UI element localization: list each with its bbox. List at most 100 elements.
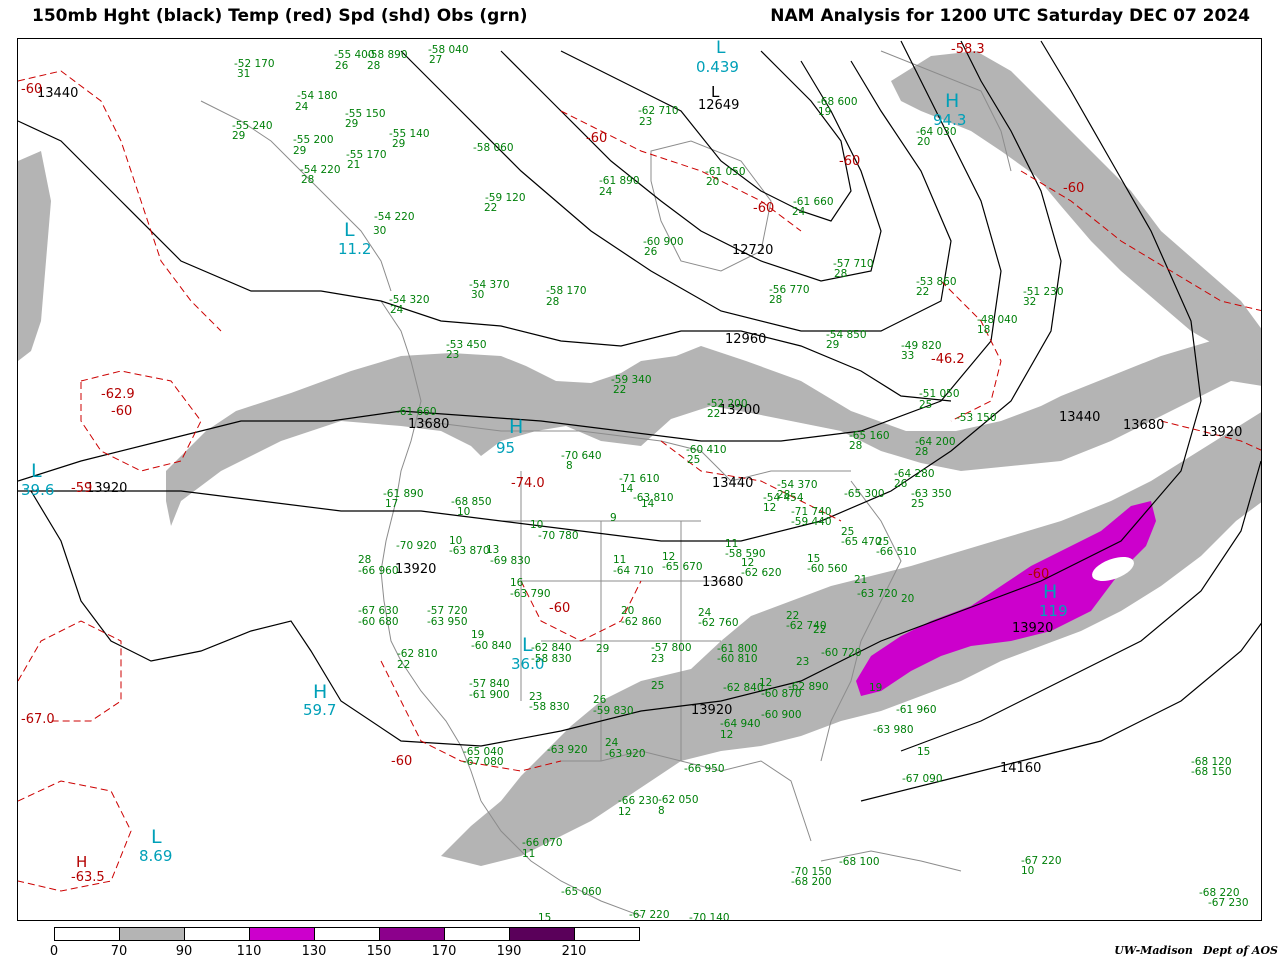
station-obs-text: 23	[446, 349, 459, 361]
station-obs-text: -68 100	[839, 856, 880, 868]
station-obs-text: -66 510	[876, 546, 917, 558]
station-obs-text: -60 720	[821, 647, 862, 659]
station-obs-text: -65 670	[662, 561, 703, 573]
station-obs-text: -65 300	[844, 488, 885, 500]
station-obs-text: 29	[826, 339, 839, 351]
station-obs-text: -65 060	[561, 886, 602, 898]
temp-label: -60	[21, 82, 42, 97]
center-value: 11.2	[338, 240, 371, 258]
station-obs-text: 10	[1021, 865, 1034, 877]
station-obs-text: 14	[620, 483, 634, 495]
temp-label: -60	[586, 131, 607, 146]
station-obs-text: 26	[335, 60, 349, 72]
station-obs-text: -58 830	[531, 653, 572, 665]
center-marker-h: H	[945, 90, 959, 112]
station-obs-text: 26	[894, 478, 908, 490]
center-marker-h: H	[1043, 581, 1057, 603]
station-obs-text: -63 870	[449, 545, 490, 557]
station-obs-text: -58 830	[529, 701, 570, 713]
weather-map: 13440 12649 12720 12960 13200 13440 1344…	[17, 38, 1262, 921]
center-value: 95	[496, 439, 515, 457]
station-obs-text: -63 980	[873, 724, 914, 736]
center-marker-l-dark: L	[711, 83, 720, 101]
station-obs-text: -70 920	[396, 540, 437, 552]
station-obs-text: -53 150	[956, 412, 997, 424]
station-obs-text: 31	[237, 68, 250, 80]
station-obs-text: -63 950	[427, 616, 468, 628]
center-value: 8.69	[139, 847, 172, 865]
station-obs-text: 25	[919, 399, 932, 411]
station-obs-text: 30	[471, 289, 484, 301]
station-obs-text: 20	[901, 593, 914, 605]
station-obs-text: 20	[706, 176, 719, 188]
center-value: 39.6	[21, 481, 54, 499]
station-obs-text: -62 890	[788, 681, 829, 693]
station-obs-text: 28	[849, 440, 862, 452]
temp-label: -60	[391, 754, 412, 769]
colorbar-segment	[510, 928, 575, 940]
colorbar-segment	[380, 928, 445, 940]
colorbar-segment	[575, 928, 639, 940]
height-label: 13920	[1201, 425, 1242, 440]
station-obs-text: -60 560	[807, 563, 848, 575]
temp-label: -67.0	[21, 712, 55, 727]
station-obs-text: 15	[917, 746, 930, 758]
station-obs-text: -62 620	[741, 567, 782, 579]
station-obs-text: 14	[641, 498, 655, 510]
center-marker-l: L	[31, 460, 42, 482]
station-obs-text: 22	[916, 286, 929, 298]
station-obs-text: 24	[390, 304, 404, 316]
station-obs-text: -67 080	[463, 756, 504, 768]
chart-title: 150mb Hght (black) Temp (red) Spd (shd) …	[32, 6, 528, 26]
temp-label: -46.2	[931, 352, 965, 367]
center-marker-h: H	[313, 681, 327, 703]
height-label: 13440	[712, 476, 753, 491]
height-label: 13920	[1012, 621, 1053, 636]
station-obs-text: 29	[232, 130, 245, 142]
height-label: 13680	[408, 417, 449, 432]
height-label: 14160	[1000, 761, 1041, 776]
station-obs-text: 21	[854, 574, 867, 586]
station-obs-text: 19	[818, 106, 831, 118]
station-obs-text: 27	[429, 54, 442, 66]
station-obs-text: 23	[796, 656, 809, 668]
temp-label: -58.3	[951, 42, 985, 57]
temp-label: -59	[71, 481, 92, 496]
station-obs-text: 20	[917, 136, 930, 148]
height-label: 12960	[725, 332, 766, 347]
station-obs-text: -67 230	[1208, 897, 1249, 909]
station-obs-text: -63 790	[510, 588, 551, 600]
station-obs-text: -67 090	[902, 773, 943, 785]
station-obs-text: 9	[610, 512, 617, 524]
temp-label: -60	[111, 404, 132, 419]
station-obs-text: -66 950	[684, 763, 725, 775]
colorbar-tick: 150	[366, 944, 392, 959]
station-obs-text: 25	[651, 680, 664, 692]
center-marker-l: L	[151, 826, 162, 848]
center-marker-h: H	[509, 416, 523, 438]
temp-label: -63.5	[71, 870, 105, 885]
height-label: 13440	[37, 86, 78, 101]
valid-time-title: NAM Analysis for 1200 UTC Saturday DEC 0…	[770, 6, 1250, 26]
station-obs-text: -68 150	[1191, 766, 1232, 778]
credit-dept: Dept of AOS	[1202, 944, 1278, 957]
station-obs-text: 32	[1023, 296, 1036, 308]
station-obs-text: 19	[869, 682, 882, 694]
station-obs-text: 24	[295, 101, 309, 113]
colorbar-tick: 90	[175, 944, 193, 959]
wind-speed-colorbar	[54, 927, 640, 941]
station-obs-text: 26	[644, 246, 658, 258]
temp-label: -74.0	[511, 476, 545, 491]
station-obs-text: 23	[639, 116, 652, 128]
wind-speed-shading	[18, 51, 1261, 866]
station-obs-text: -60 680	[358, 616, 399, 628]
center-marker-l: L	[344, 219, 355, 241]
station-obs-text: 33	[901, 350, 914, 362]
height-label: 12720	[732, 243, 773, 258]
station-obs-text: 28	[777, 489, 790, 501]
colorbar-tick: 110	[236, 944, 262, 959]
center-marker-h-red: H	[76, 853, 87, 871]
station-obs-text: -59 440	[791, 516, 832, 528]
credit-line: UW-Madison Dept of AOS	[1104, 944, 1278, 957]
station-obs-text: -58 060	[473, 142, 514, 154]
